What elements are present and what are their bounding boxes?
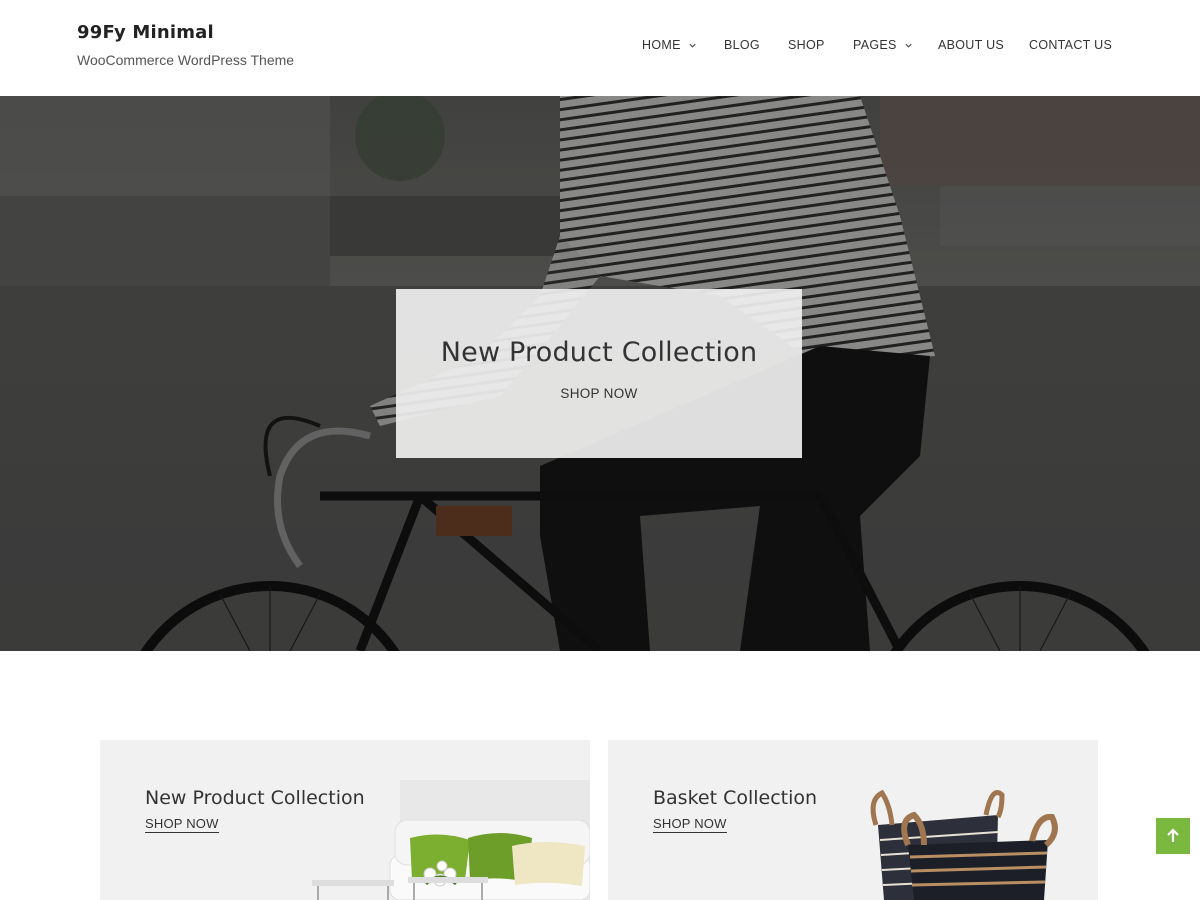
- nav-item-blog[interactable]: BLOG: [724, 38, 760, 52]
- nav-item-label: HOME: [642, 38, 681, 52]
- hero-shop-now-link[interactable]: SHOP NOW: [396, 386, 802, 401]
- hero-card: New Product Collection SHOP NOW: [396, 289, 802, 458]
- site-header: 99Fy Minimal WooCommerce WordPress Theme…: [0, 0, 1200, 96]
- nav-item-label: CONTACT US: [1029, 38, 1113, 52]
- collection-card-basket: Basket Collection SHOP NOW: [608, 740, 1098, 900]
- collection-shop-now-link[interactable]: SHOP NOW: [653, 816, 727, 833]
- collection-shop-now-link[interactable]: SHOP NOW: [145, 816, 219, 833]
- arrow-up-icon: [1167, 828, 1179, 842]
- chevron-down-icon: [689, 43, 696, 48]
- nav-item-about-us[interactable]: ABOUT US: [938, 38, 1004, 52]
- nav-item-home[interactable]: HOME: [642, 38, 697, 52]
- nav-item-label: ABOUT US: [938, 38, 1005, 52]
- scroll-to-top-button[interactable]: [1156, 818, 1190, 854]
- basket-image: [870, 789, 1058, 900]
- nav-item-label: PAGES: [853, 38, 897, 52]
- collection-title: New Product Collection: [145, 787, 365, 809]
- nav-item-label: BLOG: [724, 38, 760, 52]
- main-navigation: HOME BLOG SHOP PAGES ABOUT US CONTACT US: [0, 38, 1200, 58]
- hero-title: New Product Collection: [440, 337, 758, 368]
- nav-item-pages[interactable]: PAGES: [853, 38, 913, 52]
- chevron-down-icon: [905, 43, 912, 48]
- nav-item-label: SHOP: [788, 38, 825, 52]
- nav-item-shop[interactable]: SHOP: [788, 38, 825, 52]
- collection-title: Basket Collection: [653, 787, 818, 809]
- collection-card-new-product: New Product Collection SHOP NOW: [100, 740, 590, 900]
- nav-item-contact-us[interactable]: CONTACT US: [1029, 38, 1112, 52]
- hero-banner: New Product Collection SHOP NOW: [0, 96, 1200, 651]
